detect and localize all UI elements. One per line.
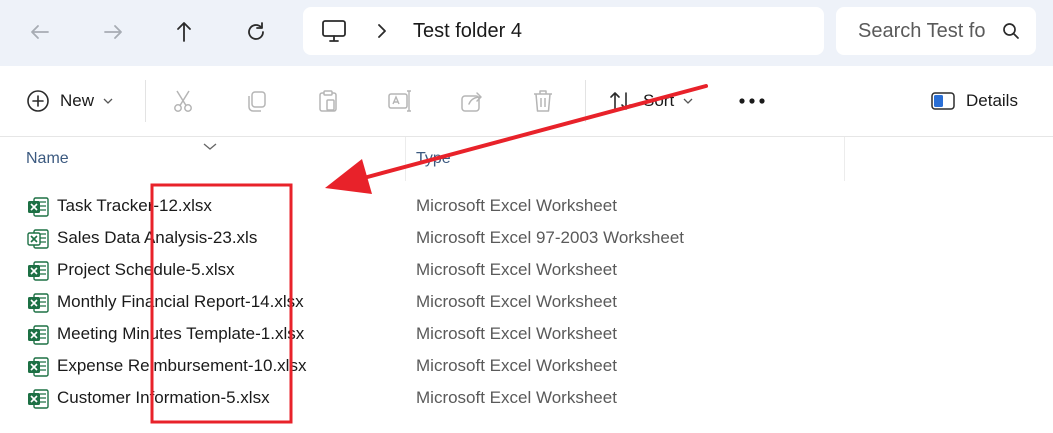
chevron-down-icon	[683, 98, 693, 104]
delete-button[interactable]	[530, 66, 556, 136]
arrow-left-icon	[31, 25, 49, 39]
file-type: Microsoft Excel Worksheet	[416, 324, 617, 343]
file-type: Microsoft Excel Worksheet	[416, 356, 617, 375]
more-options-button[interactable]	[738, 66, 766, 136]
column-divider[interactable]	[844, 137, 845, 181]
share-icon	[461, 92, 482, 112]
details-pane-button[interactable]: Details	[930, 66, 1018, 136]
search-input[interactable]	[836, 7, 986, 55]
file-row[interactable]: Project Schedule-5.xlsx Microsoft Excel …	[0, 255, 845, 287]
details-pane-icon	[931, 92, 955, 110]
excel-icon	[28, 325, 49, 345]
file-row[interactable]: Monthly Financial Report-14.xlsx Microso…	[0, 287, 845, 319]
column-header-name[interactable]: Name	[26, 150, 69, 168]
paste-icon	[319, 90, 337, 112]
more-icon	[739, 98, 765, 104]
sort-icon	[610, 92, 631, 110]
share-button[interactable]	[459, 66, 485, 136]
file-name: Monthly Financial Report-14.xlsx	[57, 292, 304, 311]
excel-icon	[28, 197, 49, 217]
file-name: Expense Reimbursement-10.xlsx	[57, 356, 307, 375]
file-row[interactable]: Sales Data Analysis-23.xls Microsoft Exc…	[0, 223, 845, 255]
file-name: Customer Information-5.xlsx	[57, 388, 270, 407]
sort-button-label: Sort	[643, 91, 675, 110]
search-box[interactable]	[836, 7, 1036, 55]
file-name: Task Tracker-12.xlsx	[57, 196, 212, 215]
file-row[interactable]: Task Tracker-12.xlsx Microsoft Excel Wor…	[0, 191, 845, 223]
search-icon[interactable]	[1001, 21, 1021, 41]
forward-button[interactable]	[95, 14, 131, 50]
column-divider[interactable]	[405, 137, 406, 181]
chevron-right-icon[interactable]	[373, 22, 391, 40]
excel-icon	[28, 261, 49, 281]
excel-icon	[28, 389, 49, 409]
refresh-icon	[248, 22, 264, 40]
column-header-type[interactable]: Type	[416, 150, 451, 168]
excel-legacy-icon	[27, 229, 49, 249]
refresh-button[interactable]	[238, 14, 274, 50]
back-button[interactable]	[22, 14, 58, 50]
details-label: Details	[966, 91, 1018, 110]
command-bar: New Sort Details	[0, 66, 1053, 137]
file-name: Project Schedule-5.xlsx	[57, 260, 235, 279]
address-toolbar: Test folder 4	[0, 0, 1053, 66]
toolbar-divider	[585, 80, 586, 122]
copy-icon	[248, 91, 266, 112]
excel-icon	[28, 357, 49, 377]
rename-button[interactable]	[387, 66, 413, 136]
file-type: Microsoft Excel Worksheet	[416, 292, 617, 311]
file-row[interactable]: Meeting Minutes Template-1.xlsx Microsof…	[0, 319, 845, 351]
file-type: Microsoft Excel 97-2003 Worksheet	[416, 228, 685, 247]
file-type: Microsoft Excel Worksheet	[416, 196, 617, 215]
arrow-up-icon	[177, 22, 191, 42]
new-button-label: New	[60, 91, 95, 110]
delete-icon	[534, 90, 552, 112]
up-button[interactable]	[166, 14, 202, 50]
copy-button[interactable]	[243, 66, 269, 136]
arrow-right-icon	[104, 25, 122, 39]
file-type: Microsoft Excel Worksheet	[416, 260, 617, 279]
paste-button[interactable]	[315, 66, 341, 136]
chevron-down-icon	[103, 98, 113, 104]
address-bar[interactable]: Test folder 4	[303, 7, 824, 55]
excel-icon	[28, 293, 49, 313]
this-pc-icon	[322, 20, 346, 42]
toolbar-divider	[145, 80, 146, 122]
plus-circle-icon	[27, 90, 49, 112]
file-type: Microsoft Excel Worksheet	[416, 388, 617, 407]
sort-indicator-icon	[203, 138, 217, 156]
file-row[interactable]: Customer Information-5.xlsx Microsoft Ex…	[0, 383, 845, 415]
sort-button[interactable]: Sort	[609, 66, 693, 136]
rename-icon	[388, 90, 411, 112]
file-name: Sales Data Analysis-23.xls	[57, 228, 258, 247]
file-name: Meeting Minutes Template-1.xlsx	[57, 324, 305, 343]
new-button[interactable]: New	[26, 66, 113, 136]
file-row[interactable]: Expense Reimbursement-10.xlsx Microsoft …	[0, 351, 845, 383]
cut-button[interactable]	[170, 66, 196, 136]
cut-icon	[174, 90, 192, 112]
breadcrumb-current-folder[interactable]: Test folder 4	[413, 20, 522, 43]
